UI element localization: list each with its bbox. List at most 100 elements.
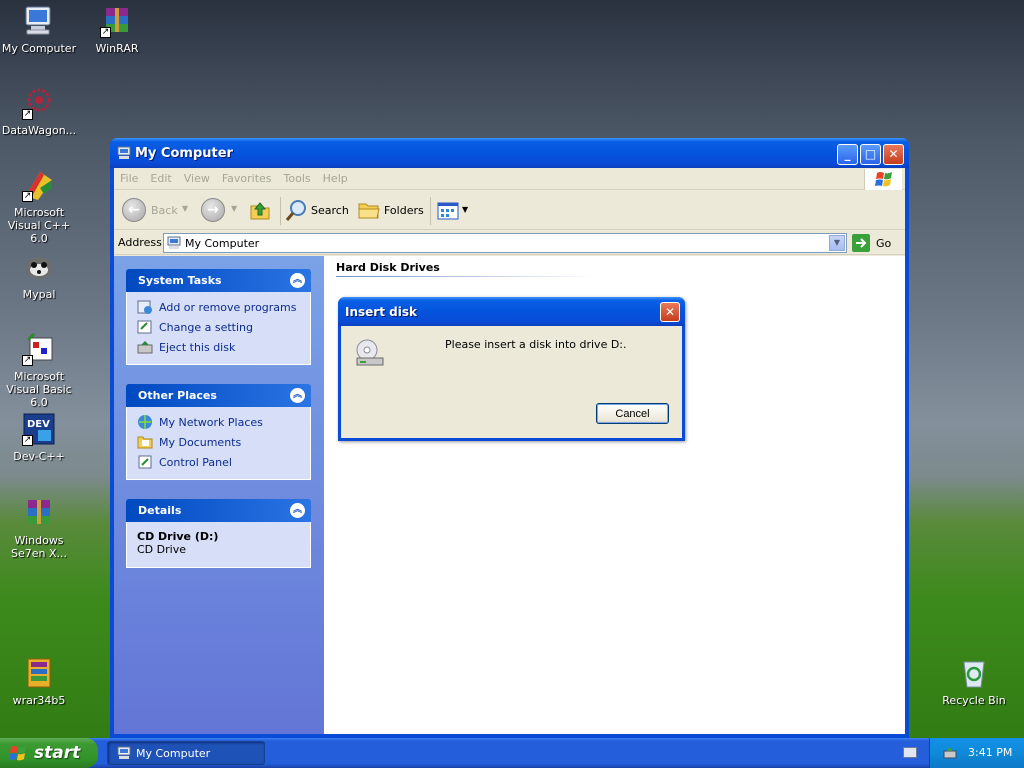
address-dropdown-button[interactable]: ▼	[829, 235, 845, 251]
desktop-icon-dev-cpp[interactable]: DEV ↗ Dev-C++	[0, 412, 79, 463]
desktop-icon-windows-se7en[interactable]: Windows Se7en X...	[0, 496, 79, 560]
dialog-message: Please insert a disk into drive D:.	[445, 338, 627, 351]
place-my-network-places[interactable]: My Network Places	[137, 413, 302, 433]
eject-disk-icon	[137, 341, 153, 354]
menu-file[interactable]: File	[114, 168, 144, 185]
up-folder-button[interactable]	[248, 198, 274, 224]
desktop-icon-visual-cpp[interactable]: ↗ Microsoft Visual C++ 6.0	[0, 168, 79, 245]
back-label: Back	[151, 204, 178, 217]
desktop-icon-label: DataWagon...	[1, 124, 77, 137]
other-places-header[interactable]: Other Places ︽	[126, 384, 311, 407]
taskbar-item-label: My Computer	[136, 747, 211, 760]
address-bar: Address My Computer ▼ Go	[114, 231, 905, 255]
place-label: Control Panel	[159, 456, 232, 469]
desktop-icon-label: Microsoft Visual C++ 6.0	[7, 206, 71, 245]
menu-favorites[interactable]: Favorites	[216, 168, 278, 185]
close-button[interactable]: ✕	[883, 144, 904, 165]
window-client-area: File Edit View Favorites Tools Help ← Back ▼ …	[114, 168, 905, 734]
my-computer-icon	[117, 146, 131, 160]
search-icon	[285, 200, 306, 221]
details-drive-name: CD Drive (D:)	[137, 530, 219, 543]
window-titlebar[interactable]: My Computer _ □ ✕	[110, 138, 909, 168]
cancel-button[interactable]: Cancel	[596, 403, 669, 424]
details-header[interactable]: Details ︽	[126, 499, 311, 522]
address-label: Address	[118, 236, 162, 249]
task-label: Add or remove programs	[159, 301, 297, 314]
collapse-chevron-icon[interactable]: ︽	[290, 503, 305, 518]
other-places-panel: Other Places ︽ My Network Places My Docu…	[126, 384, 311, 480]
back-button[interactable]: ← Back ▼	[122, 198, 189, 224]
system-tasks-header[interactable]: System Tasks ︽	[126, 269, 311, 292]
visual-cpp-icon: ↗	[22, 168, 56, 202]
winrar-archive-icon	[22, 496, 56, 530]
search-button[interactable]: Search	[285, 198, 349, 224]
visual-basic-icon: ↗	[22, 332, 56, 366]
control-panel-icon	[137, 320, 152, 334]
folders-button[interactable]: Folders	[357, 198, 424, 224]
safely-remove-hardware-icon[interactable]	[942, 745, 958, 761]
dialog-close-button[interactable]: ✕	[660, 302, 680, 322]
desktop-icon-visual-basic[interactable]: ↗ Microsoft Visual Basic 6.0	[0, 332, 79, 409]
start-button[interactable]: start	[0, 738, 98, 768]
desktop-icon-wrar34b5[interactable]: wrar34b5	[0, 656, 79, 707]
system-tray: 3:41 PM	[929, 738, 1024, 768]
my-computer-icon	[117, 746, 131, 759]
task-label: Change a setting	[159, 321, 253, 334]
dialog-titlebar[interactable]: Insert disk ✕	[338, 297, 685, 326]
views-button[interactable]: ▼	[436, 198, 470, 224]
task-add-remove-programs[interactable]: Add or remove programs	[137, 298, 302, 318]
menu-view[interactable]: View	[178, 168, 216, 185]
chevron-down-icon: ▼	[462, 205, 469, 214]
menu-tools[interactable]: Tools	[278, 168, 317, 185]
mypal-icon	[22, 250, 56, 284]
datawagon-icon: ↗	[22, 86, 56, 120]
dialog-title: Insert disk	[345, 305, 417, 319]
collapse-chevron-icon[interactable]: ︽	[290, 388, 305, 403]
address-value: My Computer	[185, 237, 260, 250]
desktop-icon-label: Dev-C++	[13, 450, 65, 463]
system-tasks-title: System Tasks	[138, 274, 222, 287]
task-label: Eject this disk	[159, 341, 236, 354]
place-label: My Network Places	[159, 416, 263, 429]
forward-button[interactable]: → ▼	[201, 198, 241, 224]
task-eject-disk[interactable]: Eject this disk	[137, 338, 302, 358]
desktop-icon-mypal[interactable]: Mypal	[0, 250, 79, 301]
taskbar-item-my-computer[interactable]: My Computer	[107, 741, 265, 765]
desktop-icon-my-computer[interactable]: My Computer	[0, 4, 79, 55]
desktop-icon-datawagon[interactable]: ↗ DataWagon...	[0, 86, 79, 137]
group-title-hard-disk-drives: Hard Disk Drives	[336, 261, 440, 274]
keyboard-icon[interactable]	[903, 747, 917, 758]
desktop-icon-recycle-bin[interactable]: Recycle Bin	[934, 656, 1014, 707]
folders-icon	[358, 203, 380, 219]
system-tasks-body: Add or remove programs Change a setting …	[126, 292, 311, 365]
maximize-button[interactable]: □	[860, 144, 881, 165]
folders-label: Folders	[384, 204, 424, 217]
desktop-icon-label: Recycle Bin	[942, 694, 1006, 707]
my-computer-icon	[167, 236, 181, 249]
collapse-chevron-icon[interactable]: ︽	[290, 273, 305, 288]
insert-disk-dialog: Insert disk ✕ Please insert a disk into …	[338, 297, 685, 441]
start-label: start	[34, 743, 81, 763]
system-tasks-panel: System Tasks ︽ Add or remove programs Ch…	[126, 269, 311, 365]
menu-edit[interactable]: Edit	[144, 168, 177, 185]
network-places-icon	[138, 415, 152, 429]
chevron-down-icon: ▼	[182, 204, 189, 213]
desktop-icon-label: wrar34b5	[12, 694, 66, 707]
menu-help[interactable]: Help	[317, 168, 354, 185]
place-my-documents[interactable]: My Documents	[137, 433, 302, 453]
desktop-icon-winrar[interactable]: ↗ WinRAR	[77, 4, 157, 55]
task-pane: System Tasks ︽ Add or remove programs Ch…	[114, 256, 324, 734]
toolbar-separator	[430, 197, 431, 225]
menu-bar: File Edit View Favorites Tools Help	[114, 168, 905, 190]
task-change-setting[interactable]: Change a setting	[137, 318, 302, 338]
chevron-down-icon: ▼	[231, 204, 238, 213]
place-control-panel[interactable]: Control Panel	[137, 453, 302, 473]
up-folder-icon	[250, 202, 270, 220]
details-body: CD Drive (D:) CD Drive	[126, 522, 311, 568]
address-input[interactable]: My Computer ▼	[163, 233, 847, 253]
clock[interactable]: 3:41 PM	[968, 746, 1012, 759]
minimize-button[interactable]: _	[837, 144, 858, 165]
cd-drive-icon	[356, 339, 384, 366]
windows-logo-icon	[864, 169, 902, 190]
desktop-icon-label: Windows Se7en X...	[10, 534, 67, 560]
